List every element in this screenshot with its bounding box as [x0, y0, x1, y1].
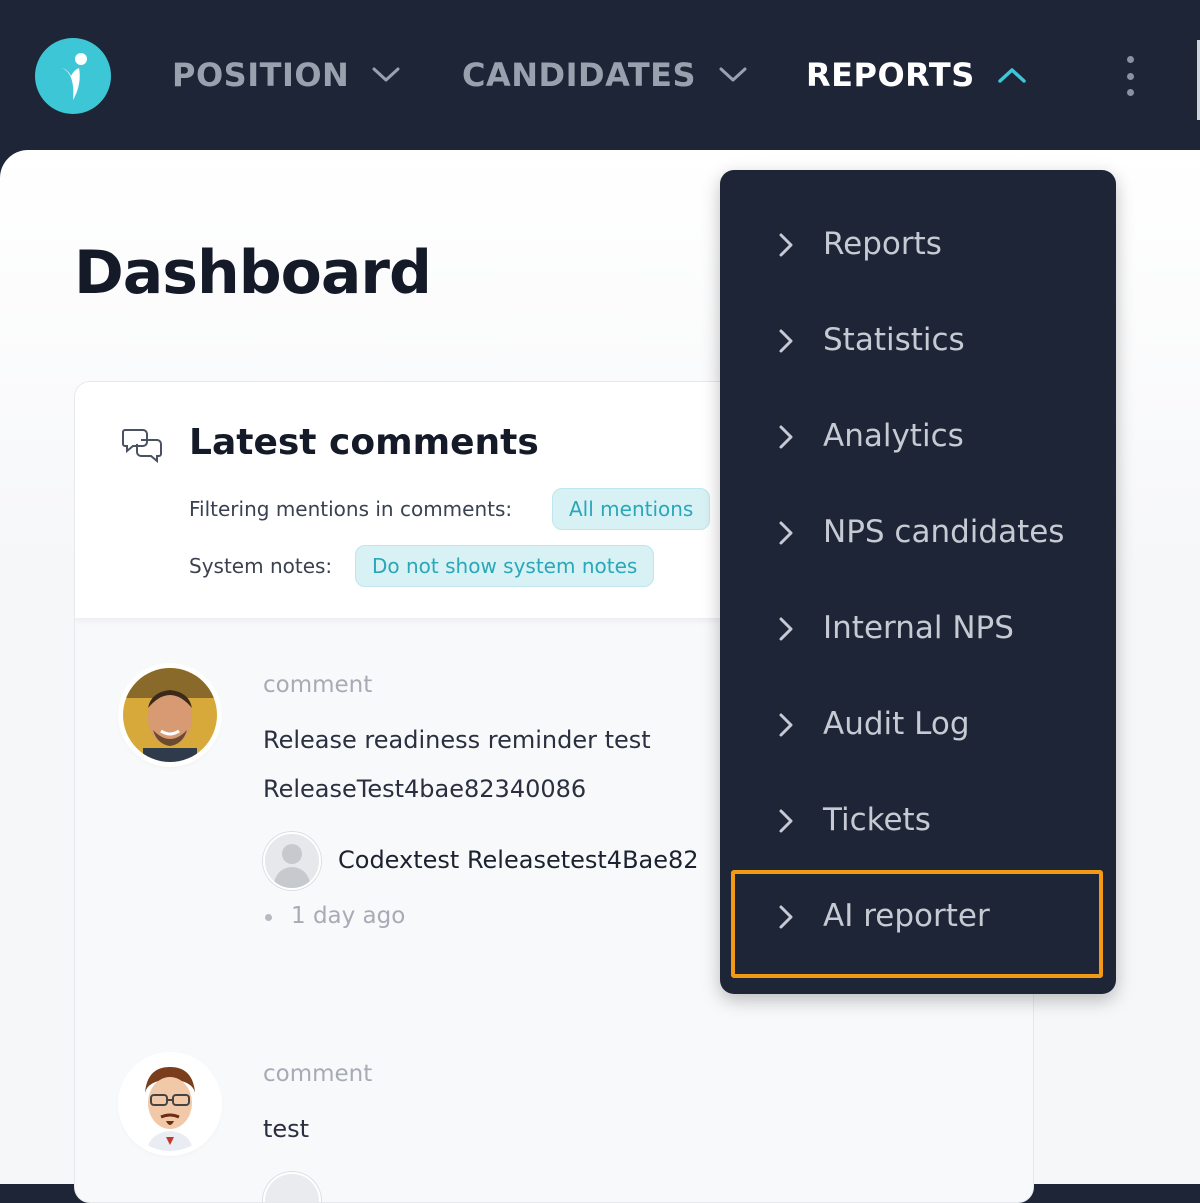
menu-item-statistics[interactable]: Statistics	[720, 308, 1116, 372]
mentions-filter-chip[interactable]: All mentions	[552, 488, 711, 530]
entry-type: comment	[263, 1061, 373, 1087]
entry-text-line: test	[263, 1115, 310, 1143]
logo-icon	[59, 53, 87, 100]
user-photo-icon	[123, 668, 217, 762]
menu-item-label: Analytics	[823, 418, 964, 454]
chevron-down-icon	[718, 66, 748, 84]
chevron-right-icon	[778, 328, 794, 358]
chevron-right-icon	[778, 808, 794, 838]
menu-item-analytics[interactable]: Analytics	[720, 404, 1116, 468]
chevron-right-icon	[778, 424, 794, 454]
menu-item-label: Tickets	[823, 802, 931, 838]
chevron-right-icon	[778, 712, 794, 742]
kebab-menu-icon[interactable]	[1114, 56, 1146, 96]
card-title: Latest comments	[189, 422, 539, 463]
nav-candidates-label: CANDIDATES	[462, 56, 697, 94]
avatar[interactable]	[123, 1057, 217, 1151]
mentions-filter-label: Filtering mentions in comments:	[189, 497, 513, 521]
system-notes-chip[interactable]: Do not show system notes	[355, 545, 655, 587]
nav-candidates[interactable]: CANDIDATES	[462, 52, 748, 98]
avatar[interactable]	[123, 668, 217, 762]
nav-reports-label: REPORTS	[806, 56, 975, 94]
menu-item-label: Reports	[823, 226, 942, 262]
nav-reports[interactable]: REPORTS	[806, 52, 1027, 98]
author-avatar[interactable]	[263, 1172, 321, 1202]
menu-item-nps-candidates[interactable]: NPS candidates	[720, 500, 1116, 564]
user-cartoon-icon	[123, 1057, 217, 1151]
menu-item-label: AI reporter	[823, 898, 990, 934]
bullet-icon	[265, 914, 272, 921]
chevron-right-icon	[778, 904, 794, 934]
menu-item-tickets[interactable]: Tickets	[720, 788, 1116, 852]
top-nav-bar: POSITION CANDIDATES REPORTS	[0, 0, 1200, 150]
menu-item-label: NPS candidates	[823, 514, 1065, 550]
author-avatar[interactable]	[263, 832, 321, 890]
menu-item-reports[interactable]: Reports	[720, 212, 1116, 276]
reports-dropdown-menu: Reports Statistics Analytics NPS candida…	[720, 170, 1116, 994]
chevron-right-icon	[778, 520, 794, 550]
entry-text-line: ReleaseTest4bae82340086	[263, 775, 587, 803]
chevron-up-icon	[997, 66, 1027, 84]
default-user-icon	[265, 834, 319, 888]
nav-position[interactable]: POSITION	[172, 52, 401, 98]
entry-type: comment	[263, 672, 373, 698]
entry-text-line: Release readiness reminder test	[263, 726, 651, 754]
app-logo[interactable]	[35, 38, 111, 114]
menu-item-label: Statistics	[823, 322, 965, 358]
menu-item-audit-log[interactable]: Audit Log	[720, 692, 1116, 756]
menu-item-label: Internal NPS	[823, 610, 1014, 646]
menu-item-ai-reporter[interactable]: AI reporter	[720, 884, 1116, 948]
nav-position-label: POSITION	[172, 56, 350, 94]
chevron-down-icon	[371, 66, 401, 84]
system-notes-label: System notes:	[189, 554, 333, 578]
author-name[interactable]: Codextest Releasetest4Bae82	[338, 846, 699, 874]
menu-item-internal-nps[interactable]: Internal NPS	[720, 596, 1116, 660]
comments-icon	[121, 426, 163, 470]
chevron-right-icon	[778, 232, 794, 262]
entry-time: 1 day ago	[291, 903, 406, 929]
page-title: Dashboard	[74, 238, 432, 308]
menu-item-label: Audit Log	[823, 706, 970, 742]
chevron-right-icon	[778, 616, 794, 646]
